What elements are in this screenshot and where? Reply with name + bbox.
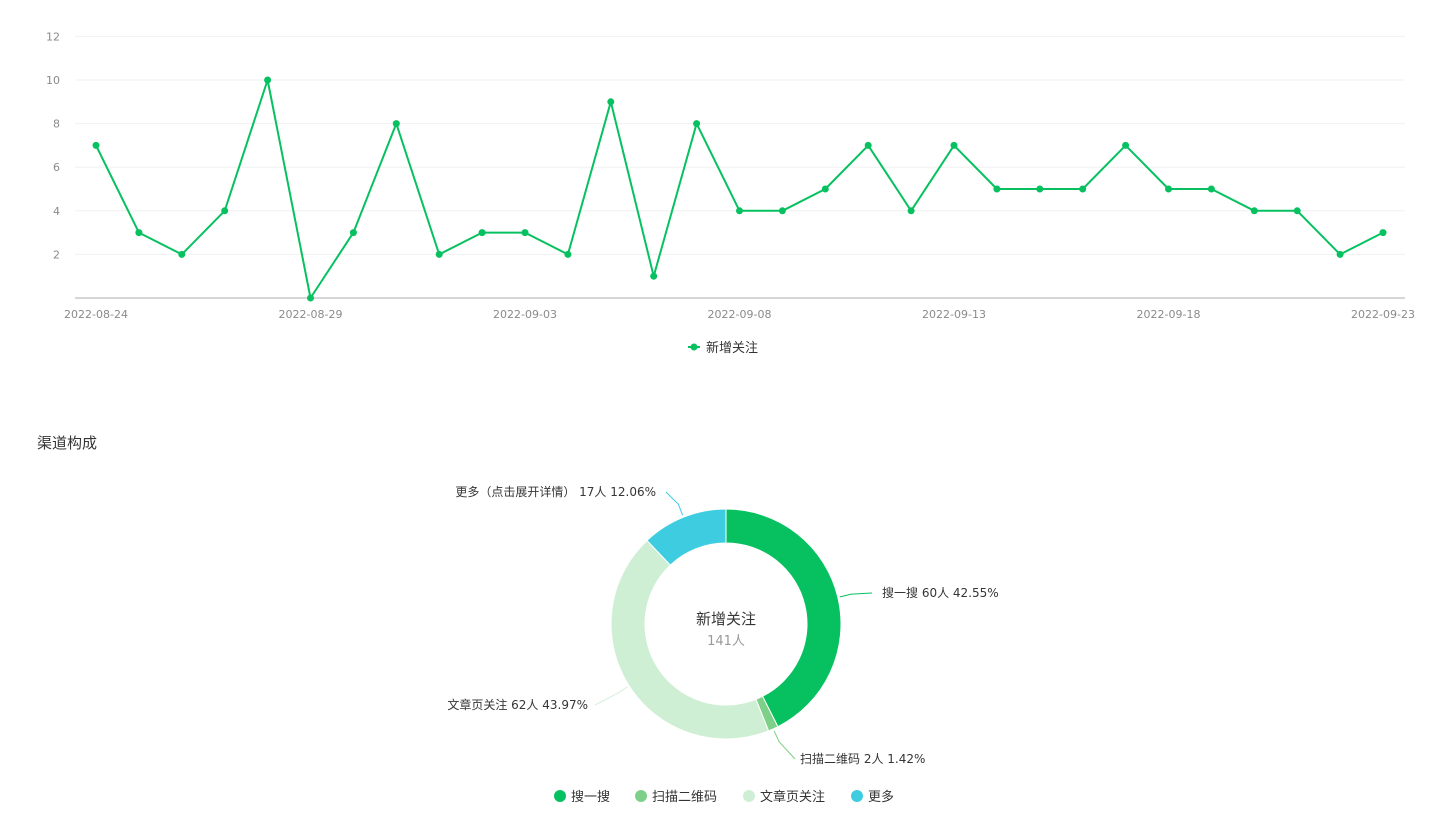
donut-center-title: 新增关注 <box>696 610 756 628</box>
legend-label: 更多 <box>868 789 894 805</box>
slice-label: 扫描二维码 2人 1.42% <box>800 752 925 766</box>
pie-legend-item[interactable]: 搜一搜 <box>554 790 610 805</box>
slice-label: 文章页关注 62人 43.97% <box>447 697 588 712</box>
legend-label: 文章页关注 <box>760 789 825 805</box>
pie-legend-item[interactable]: 文章页关注 <box>743 789 825 805</box>
pie-legend-item[interactable]: 更多 <box>851 789 894 805</box>
slice-leader-line <box>665 491 684 516</box>
legend-dot-marker <box>851 790 863 802</box>
slice-label[interactable]: 更多（点击展开详情） 17人 12.06% <box>455 484 656 499</box>
slice-leader-line <box>773 730 796 760</box>
legend-dot-marker <box>743 790 755 802</box>
legend-dot-marker <box>554 790 566 802</box>
slice-leader-line <box>594 686 628 706</box>
legend-label: 扫描二维码 <box>652 790 717 805</box>
donut-chart: 搜一搜 60人 42.55% 扫描二维码 2人 1.42% 文章页关注 62人 43… <box>447 484 999 805</box>
legend-label: 搜一搜 <box>571 790 610 805</box>
slice-leader-line <box>839 592 873 598</box>
slice-label: 搜一搜 60人 42.55% <box>882 585 999 600</box>
pie-legend-item[interactable]: 扫描二维码 <box>635 790 717 805</box>
donut-center-value: 141人 <box>707 634 745 649</box>
legend-dot-marker <box>635 790 647 802</box>
